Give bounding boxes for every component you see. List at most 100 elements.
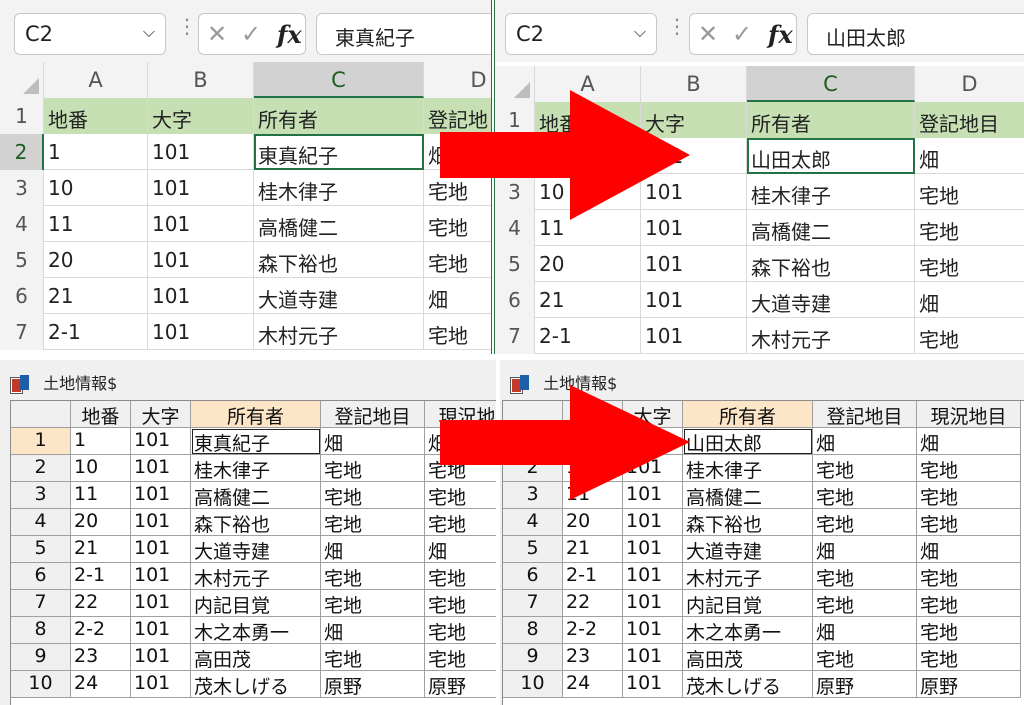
datasheet-cell[interactable]: 畑 bbox=[917, 536, 1021, 563]
datasheet-cell[interactable]: 畑 bbox=[321, 428, 425, 455]
record-selector[interactable]: 4 bbox=[11, 509, 71, 536]
record-selector[interactable]: 3 bbox=[11, 482, 71, 509]
datasheet-cell[interactable]: 原野 bbox=[917, 671, 1021, 698]
datasheet-cell[interactable]: 宅地 bbox=[425, 617, 496, 644]
name-box[interactable]: C2 ⌵ bbox=[505, 13, 657, 55]
row-header[interactable]: 7 bbox=[495, 318, 535, 354]
datasheet-cell[interactable]: 宅地 bbox=[917, 590, 1021, 617]
sheet-cell[interactable]: 木村元子 bbox=[254, 314, 424, 350]
sheet-cell[interactable]: 宅地 bbox=[915, 174, 1024, 210]
datasheet-cell[interactable]: 畑 bbox=[321, 536, 425, 563]
datasheet-cell[interactable]: 木之本勇一 bbox=[191, 617, 321, 644]
datasheet-cell[interactable]: 22 bbox=[563, 590, 623, 617]
datasheet-cell[interactable]: 高橋健二 bbox=[191, 482, 321, 509]
datasheet-cell[interactable]: 桂木律子 bbox=[191, 455, 321, 482]
datasheet-cell[interactable]: 23 bbox=[71, 644, 131, 671]
record-selector[interactable]: 4 bbox=[503, 509, 563, 536]
datasheet-cell[interactable]: 宅地 bbox=[425, 590, 496, 617]
datasheet-cell[interactable]: 宅地 bbox=[917, 482, 1021, 509]
datasheet-cell[interactable]: 23 bbox=[563, 644, 623, 671]
datasheet-cell[interactable]: 木村元子 bbox=[191, 563, 321, 590]
sheet-cell[interactable]: 101 bbox=[641, 246, 747, 282]
datasheet-cell[interactable]: 1 bbox=[71, 428, 131, 455]
sheet-cell[interactable]: 10 bbox=[44, 170, 148, 206]
datasheet-cell[interactable]: 101 bbox=[131, 536, 191, 563]
datasheet-cell[interactable]: 畑 bbox=[813, 617, 917, 644]
datasheet-cell[interactable]: 101 bbox=[131, 644, 191, 671]
datasheet-cell[interactable]: 宅地 bbox=[321, 482, 425, 509]
record-selector[interactable]: 6 bbox=[503, 563, 563, 590]
datasheet-cell[interactable]: 2-2 bbox=[71, 617, 131, 644]
datasheet-cell[interactable]: 101 bbox=[623, 644, 683, 671]
column-header[interactable]: D bbox=[915, 66, 1024, 102]
row-header[interactable]: 3 bbox=[0, 170, 44, 206]
datasheet-cell[interactable]: 24 bbox=[563, 671, 623, 698]
row-header[interactable]: 7 bbox=[0, 314, 44, 350]
sheet-cell[interactable]: 2-1 bbox=[44, 314, 148, 350]
sheet-cell[interactable]: 東真紀子 bbox=[254, 134, 424, 170]
datasheet-cell[interactable]: 101 bbox=[131, 428, 191, 455]
datasheet-cell[interactable]: 宅地 bbox=[425, 563, 496, 590]
row-header[interactable]: 2 bbox=[0, 134, 44, 170]
datasheet-cell[interactable]: 宅地 bbox=[321, 590, 425, 617]
datasheet-cell[interactable]: 101 bbox=[623, 563, 683, 590]
datasheet-cell[interactable]: 11 bbox=[71, 482, 131, 509]
sheet-cell[interactable]: 11 bbox=[44, 206, 148, 242]
datasheet-cell[interactable]: 101 bbox=[623, 536, 683, 563]
datasheet-cell[interactable]: 内記目覚 bbox=[683, 590, 813, 617]
sheet-cell[interactable]: 大道寺建 bbox=[254, 278, 424, 314]
sheet-cell[interactable]: 宅地 bbox=[915, 246, 1024, 282]
datasheet-cell[interactable]: 木之本勇一 bbox=[683, 617, 813, 644]
formula-input[interactable]: 東真紀子 bbox=[316, 13, 491, 55]
datasheet-cell[interactable]: 宅地 bbox=[321, 644, 425, 671]
datasheet-cell[interactable]: 畑 bbox=[813, 536, 917, 563]
datasheet-cell[interactable]: 宅地 bbox=[917, 617, 1021, 644]
sheet-cell[interactable]: 山田太郎 bbox=[747, 138, 915, 174]
drag-handle-icon[interactable]: ⋮ bbox=[667, 16, 687, 36]
sheet-cell[interactable]: 森下裕也 bbox=[254, 242, 424, 278]
datasheet-cell[interactable]: 101 bbox=[623, 590, 683, 617]
column-header[interactable]: C bbox=[254, 62, 424, 98]
row-header[interactable]: 6 bbox=[0, 278, 44, 314]
datasheet-cell[interactable]: 宅地 bbox=[813, 644, 917, 671]
row-header[interactable]: 1 bbox=[0, 98, 44, 134]
sheet-cell[interactable]: 101 bbox=[641, 318, 747, 354]
column-header[interactable]: C bbox=[747, 66, 915, 102]
sheet-cell[interactable]: 高橋健二 bbox=[254, 206, 424, 242]
datasheet-cell[interactable]: 宅地 bbox=[813, 563, 917, 590]
datasheet-cell[interactable]: 101 bbox=[131, 482, 191, 509]
select-all-corner[interactable] bbox=[0, 62, 44, 98]
sheet-cell[interactable]: 20 bbox=[44, 242, 148, 278]
sheet-cell[interactable]: 地番 bbox=[44, 98, 148, 134]
datasheet-cell[interactable]: 宅地 bbox=[813, 509, 917, 536]
column-header[interactable]: B bbox=[148, 62, 254, 98]
datasheet-cell[interactable]: 畑 bbox=[917, 428, 1021, 455]
record-selector[interactable]: 8 bbox=[11, 617, 71, 644]
datasheet-cell[interactable]: 101 bbox=[131, 509, 191, 536]
datasheet-cell[interactable]: 高田茂 bbox=[191, 644, 321, 671]
chevron-down-icon[interactable]: ⌵ bbox=[143, 22, 155, 42]
datasheet-cell[interactable]: 木村元子 bbox=[683, 563, 813, 590]
record-selector[interactable]: 5 bbox=[503, 536, 563, 563]
datasheet-cell[interactable]: 10 bbox=[71, 455, 131, 482]
datasheet-cell[interactable]: 大道寺建 bbox=[683, 536, 813, 563]
name-box[interactable]: C2 ⌵ bbox=[14, 13, 166, 55]
sheet-cell[interactable]: 森下裕也 bbox=[747, 246, 915, 282]
datasheet-cell[interactable]: 2-2 bbox=[563, 617, 623, 644]
sheet-cell[interactable]: 101 bbox=[148, 206, 254, 242]
record-selector[interactable]: 2 bbox=[11, 455, 71, 482]
sheet-cell[interactable]: 21 bbox=[44, 278, 148, 314]
datasheet-cell[interactable]: 24 bbox=[71, 671, 131, 698]
sheet-cell[interactable]: 桂木律子 bbox=[254, 170, 424, 206]
datasheet-cell[interactable]: 101 bbox=[131, 671, 191, 698]
datasheet-cell[interactable]: 大道寺建 bbox=[191, 536, 321, 563]
datasheet-cell[interactable]: 宅地 bbox=[321, 563, 425, 590]
datasheet-cell[interactable]: 宅地 bbox=[321, 509, 425, 536]
sheet-cell[interactable]: 1 bbox=[44, 134, 148, 170]
datasheet-cell[interactable]: 宅地 bbox=[813, 455, 917, 482]
sheet-cell[interactable]: 101 bbox=[148, 242, 254, 278]
datasheet-cell[interactable]: 宅地 bbox=[813, 590, 917, 617]
datasheet-cell[interactable]: 原野 bbox=[813, 671, 917, 698]
datasheet-cell[interactable]: 森下裕也 bbox=[683, 509, 813, 536]
datasheet-cell[interactable]: 20 bbox=[563, 509, 623, 536]
